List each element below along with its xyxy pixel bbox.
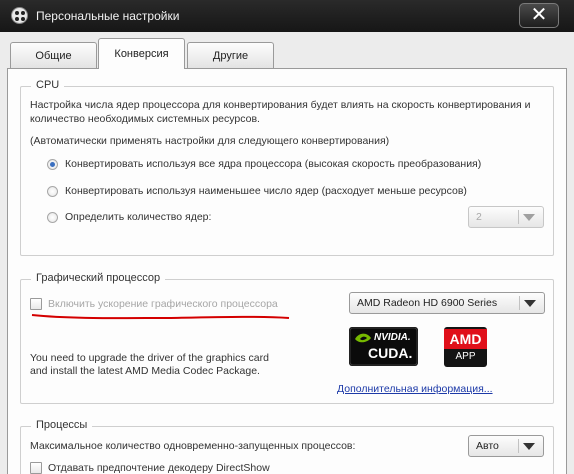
close-icon: ✕ bbox=[530, 4, 548, 26]
processes-group: Процессы Максимальное количество одновре… bbox=[20, 419, 554, 474]
app-text: APP bbox=[455, 351, 476, 362]
radio-min-cores[interactable] bbox=[47, 186, 58, 197]
nvidia-cuda-logo: NVIDIA. CUDA. bbox=[349, 327, 418, 366]
cuda-text: CUDA. bbox=[368, 345, 413, 361]
directshow-label[interactable]: Отдавать предпочтение декодеру DirectSho… bbox=[48, 462, 270, 474]
red-annotation-underline bbox=[31, 314, 290, 320]
conversion-panel: CPU Настройка числа ядер процессора для … bbox=[7, 68, 567, 474]
title-bar: Персональные настройки ✕ bbox=[0, 0, 574, 32]
chevron-down-icon bbox=[524, 300, 536, 307]
radio-custom-cores[interactable] bbox=[47, 212, 58, 223]
tab-general[interactable]: Общие bbox=[10, 42, 97, 68]
more-info-link[interactable]: Дополнительная информация... bbox=[337, 383, 493, 395]
cpu-auto-note: (Автоматически применять настройки для с… bbox=[30, 135, 390, 147]
chevron-down-icon bbox=[523, 214, 535, 221]
gpu-select-divider bbox=[519, 296, 520, 310]
cpu-legend: CPU bbox=[31, 79, 65, 91]
cpu-group: CPU Настройка числа ядер процессора для … bbox=[20, 79, 554, 256]
gpu-acceleration-label[interactable]: Включить ускорение графического процессо… bbox=[48, 298, 278, 310]
tab-other[interactable]: Другие bbox=[187, 42, 274, 68]
cores-count-select[interactable]: 2 bbox=[468, 206, 544, 228]
cpu-description-line1: Настройка числа ядер процессора для конв… bbox=[30, 99, 531, 111]
max-processes-label: Максимальное количество одновременно-зап… bbox=[30, 440, 356, 452]
processes-legend: Процессы bbox=[31, 419, 93, 431]
radio-min-cores-label[interactable]: Конвертировать используя наименьшее числ… bbox=[65, 185, 467, 197]
radio-all-cores-label[interactable]: Конвертировать используя все ядра процес… bbox=[65, 158, 481, 170]
gpu-legend: Графический процессор bbox=[31, 272, 166, 284]
film-reel-icon bbox=[11, 7, 28, 24]
cores-count-value: 2 bbox=[476, 211, 482, 223]
cpu-description-line2: количество необходимых системных ресурсо… bbox=[30, 113, 260, 125]
settings-window: Персональные настройки ✕ Общие Конверсия… bbox=[0, 0, 574, 474]
max-processes-select[interactable]: Авто bbox=[468, 435, 544, 457]
close-button[interactable]: ✕ bbox=[519, 3, 559, 28]
gpu-warning-line2: and install the latest AMD Media Codec P… bbox=[30, 365, 260, 377]
max-processes-value: Авто bbox=[476, 440, 499, 452]
radio-custom-cores-label[interactable]: Определить количество ядер: bbox=[65, 211, 211, 223]
tabs-area: Общие Конверсия Другие CPU Настройка чис… bbox=[0, 32, 574, 474]
amd-app-logo: AMD APP bbox=[444, 327, 487, 367]
directshow-checkbox[interactable] bbox=[30, 462, 42, 474]
gpu-acceleration-checkbox[interactable] bbox=[30, 298, 42, 310]
gpu-device-select[interactable]: AMD Radeon HD 6900 Series bbox=[349, 292, 545, 314]
amd-brand-text: AMD bbox=[444, 329, 487, 349]
radio-all-cores[interactable] bbox=[47, 159, 58, 170]
processes-select-divider bbox=[518, 439, 519, 453]
nvidia-brand-text: NVIDIA. bbox=[374, 332, 411, 343]
window-title: Персональные настройки bbox=[36, 9, 180, 23]
tab-conversion[interactable]: Конверсия bbox=[98, 38, 185, 69]
gpu-device-value: AMD Radeon HD 6900 Series bbox=[357, 297, 498, 309]
cores-select-divider bbox=[518, 210, 519, 224]
gpu-warning-line1: You need to upgrade the driver of the gr… bbox=[30, 352, 269, 364]
chevron-down-icon bbox=[523, 443, 535, 450]
